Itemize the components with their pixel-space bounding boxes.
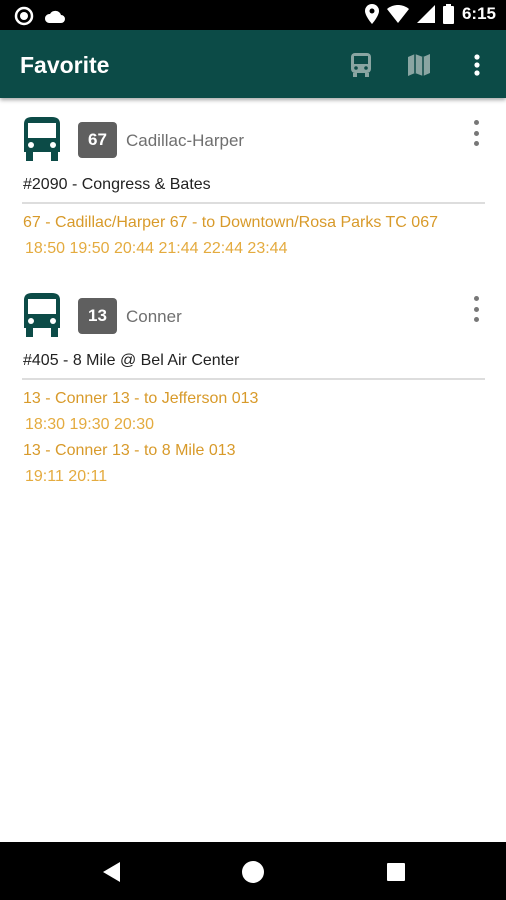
more-vert-dot: [473, 141, 479, 146]
more-vert-icon: [473, 120, 479, 125]
route-name: Cadillac-Harper: [126, 131, 245, 150]
favorites-list: 67 Cadillac-Harper #2090 - Congress & Ba…: [0, 98, 506, 504]
signal-icon: [416, 5, 435, 23]
favorite-stop-card[interactable]: 13 Conner #405 - 8 Mile @ Bel Air Center…: [0, 274, 506, 504]
more-vert-dot: [473, 317, 479, 322]
page-title: Favorite: [20, 52, 110, 78]
departure-times: 18:30 19:30 20:30: [25, 416, 155, 433]
more-vert-dot: [473, 306, 479, 312]
divider: [22, 378, 485, 380]
wifi-icon: [386, 5, 409, 23]
map-button[interactable]: [404, 50, 434, 80]
app-bar: Favorite: [0, 30, 506, 98]
home-icon: [242, 861, 264, 883]
stop-name: #2090 - Congress & Bates: [23, 176, 211, 193]
card-overflow-menu-button[interactable]: [466, 294, 486, 324]
divider: [22, 202, 485, 204]
back-button[interactable]: [98, 859, 124, 885]
card-overflow-menu-button[interactable]: [466, 118, 486, 148]
more-vert-dot: [473, 130, 479, 136]
recents-icon: [387, 863, 405, 881]
route-number-badge: 67: [78, 122, 117, 158]
clock: 6:15: [461, 4, 496, 23]
departure-times: 18:50 19:50 20:44 21:44 22:44 23:44: [25, 240, 288, 257]
direction-label: 13 - Conner 13 - to Jefferson 013: [23, 390, 259, 407]
battery-icon: [442, 4, 454, 24]
back-icon: [103, 862, 120, 882]
map-icon: [408, 54, 430, 76]
home-button[interactable]: [240, 859, 266, 885]
more-vert-icon: [473, 296, 479, 301]
cloud-icon: [44, 10, 65, 23]
direction-label: 67 - Cadillac/Harper 67 - to Downtown/Ro…: [23, 214, 438, 231]
status-bar: 6:15: [0, 0, 506, 30]
notification-circle-icon: [14, 6, 34, 26]
direction-label: 13 - Conner 13 - to 8 Mile 013: [23, 442, 236, 459]
route-number-badge: 13: [78, 298, 117, 334]
system-nav-bar: [0, 842, 506, 900]
bus-button[interactable]: [346, 50, 376, 80]
more-options-button[interactable]: [462, 50, 492, 80]
bus-icon: [351, 53, 371, 77]
favorite-stop-card[interactable]: 67 Cadillac-Harper #2090 - Congress & Ba…: [0, 98, 506, 274]
bus-icon: [24, 117, 60, 161]
route-name: Conner: [126, 307, 182, 326]
departure-times: 19:11 20:11: [25, 468, 108, 485]
recents-button[interactable]: [383, 859, 409, 885]
stop-name: #405 - 8 Mile @ Bel Air Center: [23, 352, 240, 369]
bus-icon: [24, 293, 60, 337]
more-vert-icon: [474, 54, 480, 76]
location-icon: [364, 4, 379, 24]
